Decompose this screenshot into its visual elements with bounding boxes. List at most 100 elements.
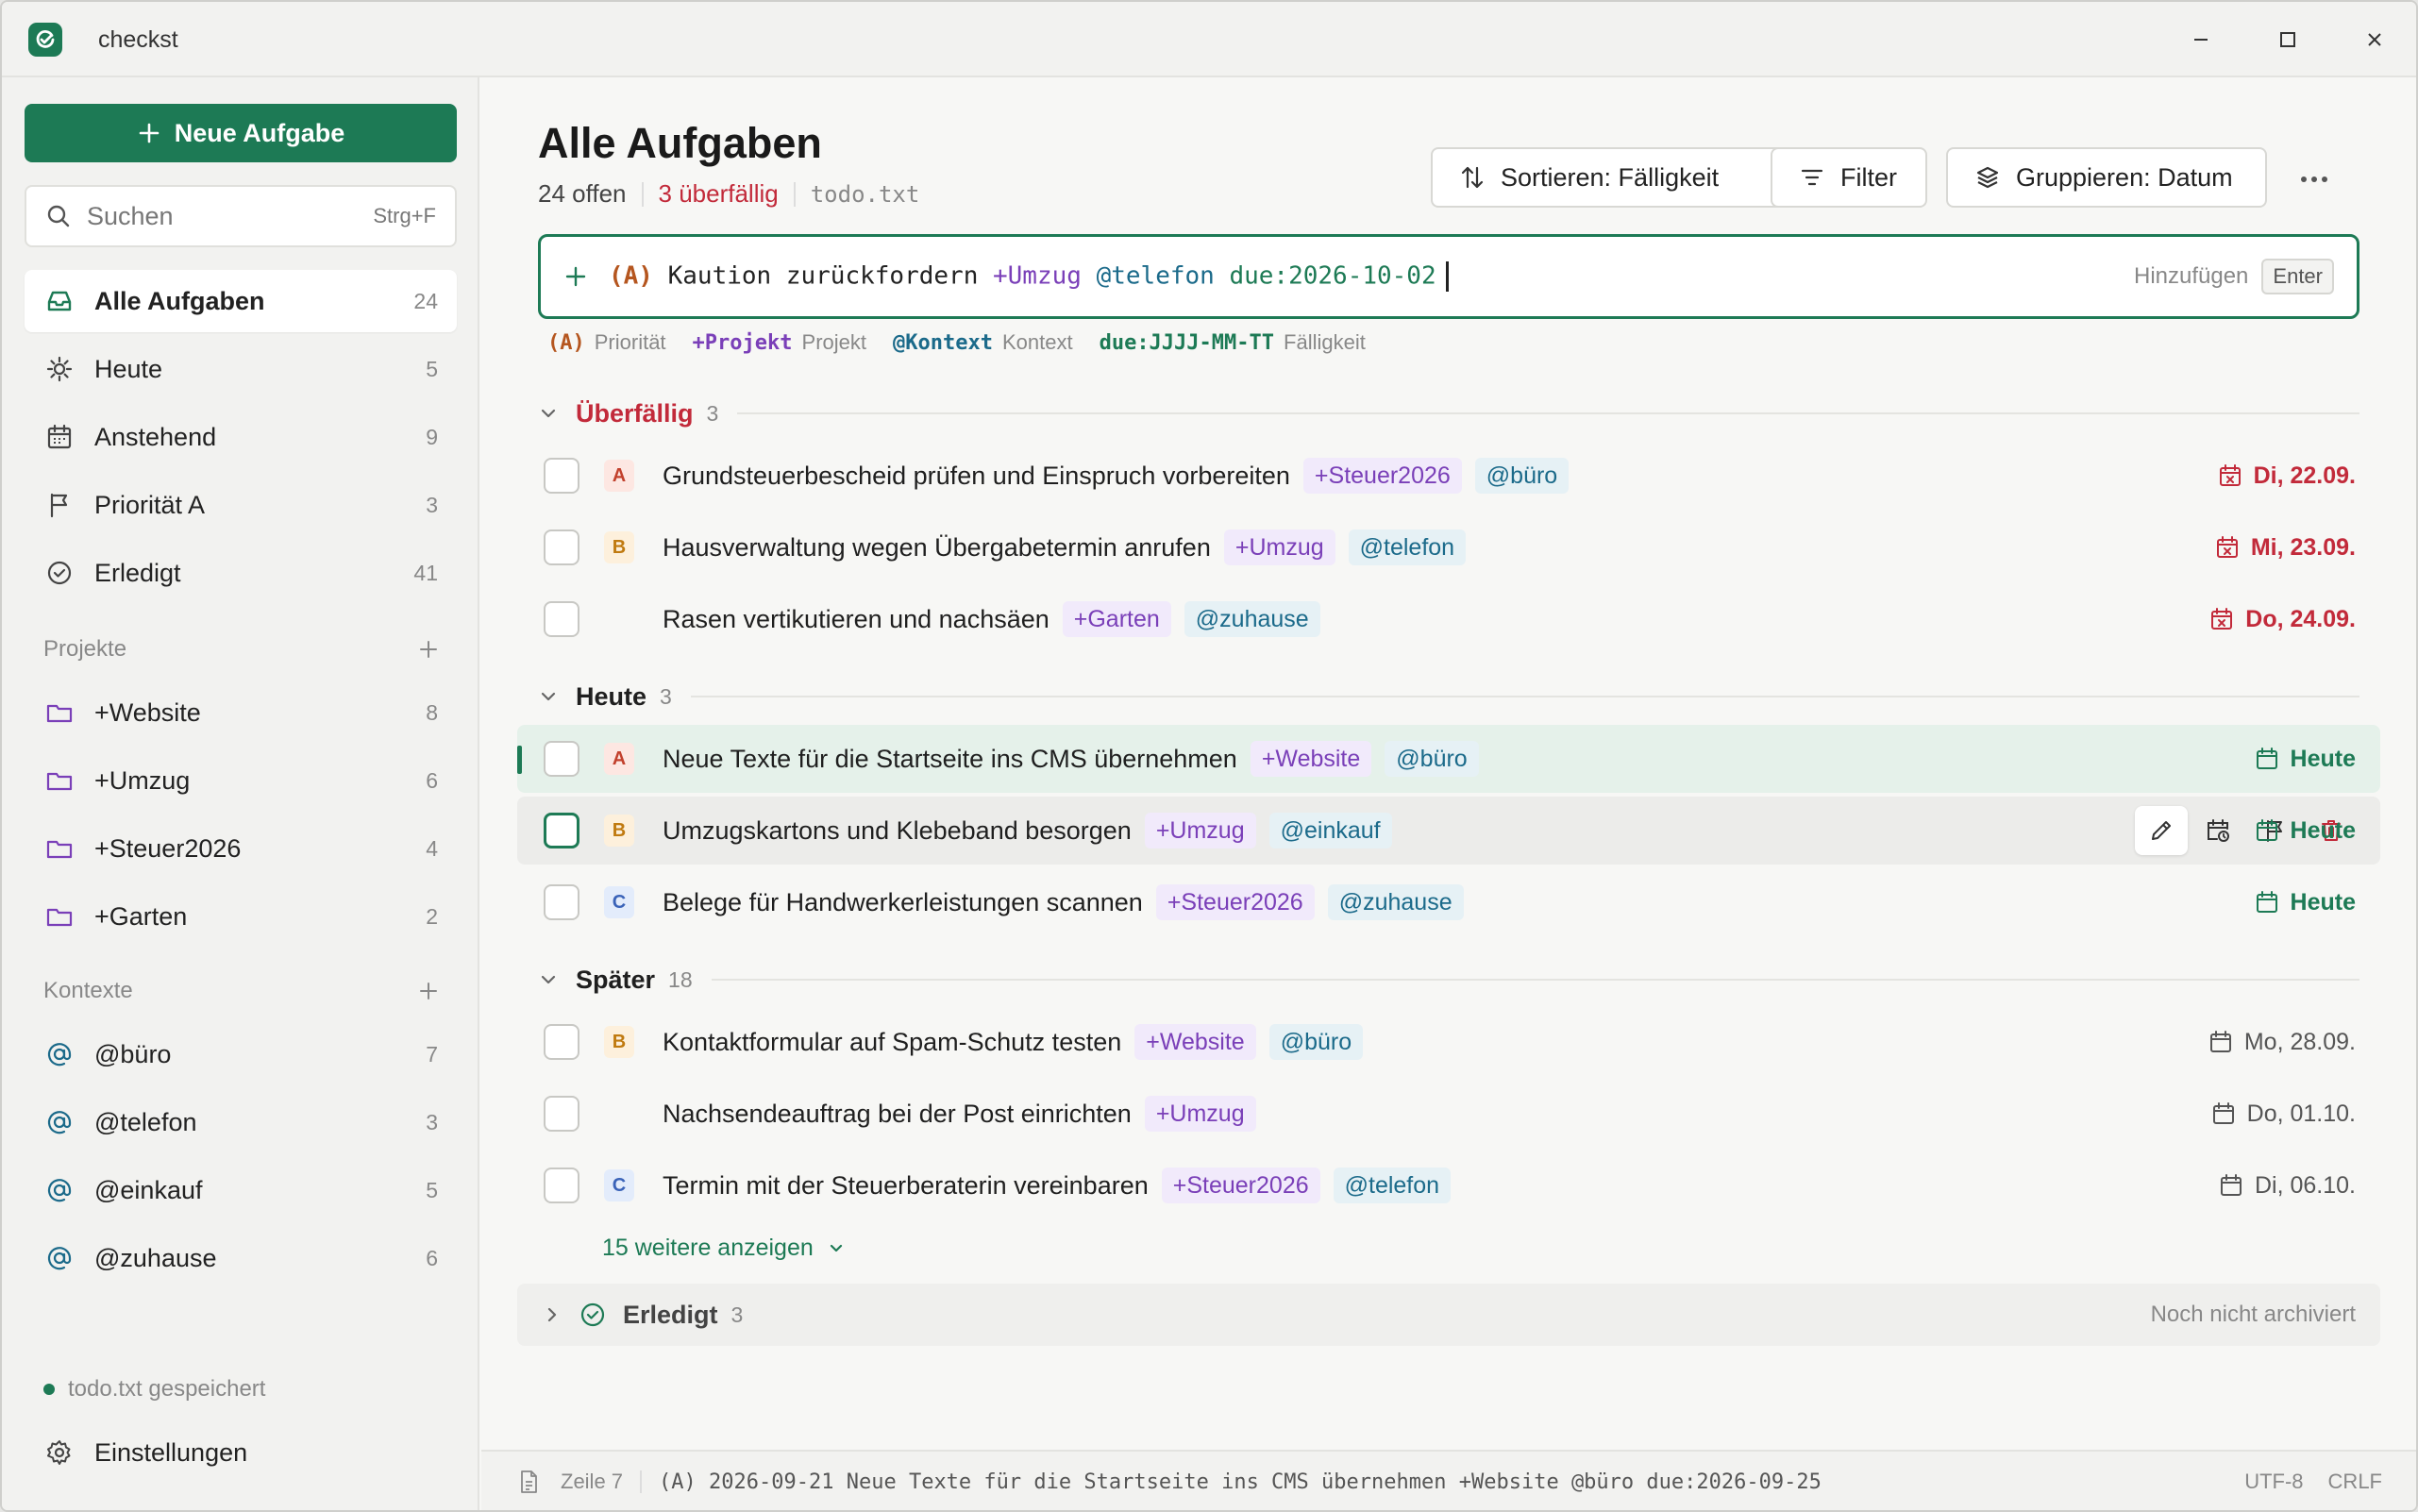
context-item-buero[interactable]: @büro 7 [25, 1023, 457, 1085]
show-more-label: 15 weitere anzeigen [602, 1235, 814, 1261]
nav-item-done[interactable]: Erledigt 41 [25, 542, 457, 604]
nav-item-priority-a[interactable]: Priorität A 3 [25, 474, 457, 536]
project-item-website[interactable]: +Website 8 [25, 681, 457, 744]
task-checkbox[interactable] [544, 741, 579, 777]
projects-heading-label: Projekte [43, 636, 127, 662]
nav-item-upcoming[interactable]: Anstehend 9 [25, 406, 457, 468]
context-item-einkauf[interactable]: @einkauf 5 [25, 1159, 457, 1221]
context-tag[interactable]: @zuhause [1327, 884, 1464, 920]
close-icon[interactable] [2356, 21, 2393, 59]
folder-icon [43, 900, 76, 932]
at-icon [43, 1038, 76, 1070]
nav-item-all-tasks[interactable]: Alle Aufgaben 24 [25, 270, 457, 332]
task-checkbox[interactable] [544, 1096, 579, 1132]
hint-token: +Projekt [692, 331, 793, 355]
encoding[interactable]: UTF-8 [2244, 1470, 2303, 1494]
task-checkbox[interactable] [544, 1024, 579, 1060]
context-tag[interactable]: @büro [1385, 741, 1479, 777]
due-date: Heute [2255, 746, 2356, 773]
context-count: 6 [426, 1245, 438, 1270]
task-row[interactable]: Nachsendeauftrag bei der Post einrichten… [517, 1080, 2380, 1148]
hint-due: due:JJJJ-MM-TT Fälligkeit [1100, 330, 1366, 355]
settings-button[interactable]: Einstellungen [25, 1421, 457, 1484]
task-row[interactable]: C Termin mit der Steuerberaterin vereinb… [517, 1151, 2380, 1219]
add-project-icon[interactable] [417, 638, 440, 661]
search-input[interactable]: Suchen Strg+F [25, 185, 457, 247]
group-count: 3 [706, 400, 719, 426]
due-label: Do, 24.09. [2245, 605, 2356, 632]
task-checkbox[interactable] [544, 601, 579, 637]
context-tag[interactable]: @einkauf [1268, 813, 1392, 848]
group-button[interactable]: Gruppieren: Datum [1946, 147, 2267, 208]
hint-project: +Projekt Projekt [693, 330, 866, 355]
check-circle-icon [43, 557, 76, 589]
task-checkbox[interactable] [544, 529, 579, 565]
task-row[interactable]: B Hausverwaltung wegen Übergabetermin an… [517, 513, 2380, 581]
more-options-icon[interactable] [2293, 159, 2335, 200]
task-text: Neue Texte für die Startseite ins CMS üb… [663, 744, 1237, 773]
group-overdue[interactable]: Überfällig 3 [538, 395, 2359, 432]
project-tag[interactable]: +Umzug [1144, 813, 1256, 848]
project-tag[interactable]: +Steuer2026 [1155, 884, 1315, 920]
gear-icon [43, 1436, 76, 1469]
maximize-icon[interactable] [2269, 21, 2307, 59]
task-row-hovered[interactable]: B Umzugskartons und Klebeband besorgen +… [517, 797, 2380, 865]
context-tag[interactable]: @telefon [1348, 529, 1467, 565]
reschedule-button[interactable] [2191, 806, 2244, 855]
nav-item-today[interactable]: Heute 5 [25, 338, 457, 400]
filter-button[interactable]: Filter [1771, 147, 1927, 208]
group-today[interactable]: Heute 3 [538, 678, 2359, 715]
project-tag[interactable]: +Website [1250, 741, 1372, 777]
group-later[interactable]: Später 18 [538, 961, 2359, 999]
task-checkbox[interactable] [544, 1168, 579, 1203]
context-item-zuhause[interactable]: @zuhause 6 [25, 1227, 457, 1289]
hint-label: Projekt [801, 330, 866, 354]
context-item-telefon[interactable]: @telefon 3 [25, 1091, 457, 1153]
task-row[interactable]: B Kontaktformular auf Spam-Schutz testen… [517, 1008, 2380, 1076]
due-date: Mi, 23.09. [2215, 534, 2356, 562]
project-item-umzug[interactable]: +Umzug 6 [25, 749, 457, 812]
group-done-collapsed[interactable]: Erledigt 3 Noch nicht archiviert [517, 1284, 2380, 1346]
task-row[interactable]: C Belege für Handwerkerleistungen scanne… [517, 868, 2380, 936]
task-row[interactable]: Rasen vertikutieren und nachsäen +Garten… [517, 585, 2380, 653]
project-item-garten[interactable]: +Garten 2 [25, 885, 457, 948]
context-tag[interactable]: @zuhause [1184, 601, 1320, 637]
project-tag[interactable]: +Steuer2026 [1302, 458, 1462, 494]
task-checkbox[interactable] [544, 884, 579, 920]
project-count: 2 [426, 903, 438, 929]
minimize-icon[interactable] [2182, 21, 2220, 59]
project-tag[interactable]: +Garten [1062, 601, 1171, 637]
task-checkbox[interactable] [544, 458, 579, 494]
due-label: Heute [2290, 816, 2356, 844]
file-name: todo.txt [810, 180, 920, 208]
task-checkbox[interactable] [544, 813, 579, 848]
add-label: Hinzufügen [2133, 263, 2249, 289]
line-ending[interactable]: CRLF [2328, 1470, 2382, 1494]
quick-add-submit[interactable]: Hinzufügen Enter [2134, 259, 2334, 294]
sort-button[interactable]: Sortieren: Fälligkeit [1431, 147, 1799, 208]
project-item-steuer2026[interactable]: +Steuer2026 4 [25, 817, 457, 880]
context-tag[interactable]: @büro [1474, 458, 1570, 494]
settings-label: Einstellungen [94, 1437, 248, 1467]
search-placeholder: Suchen [87, 201, 174, 230]
new-task-button[interactable]: Neue Aufgabe [25, 104, 457, 162]
chevron-down-icon [541, 692, 556, 701]
add-context-icon[interactable] [417, 980, 440, 1002]
project-tag[interactable]: +Umzug [1144, 1096, 1256, 1132]
at-icon [43, 1106, 76, 1138]
project-tag[interactable]: +Umzug [1223, 529, 1335, 565]
task-row-selected[interactable]: A Neue Texte für die Startseite ins CMS … [517, 725, 2380, 793]
quick-add-input[interactable]: (A) Kaution zurückfordern +Umzug @telefo… [538, 234, 2359, 319]
calendar-overdue-icon [2216, 536, 2238, 558]
due-date: Di, 06.10. [2219, 1172, 2356, 1200]
show-more-link[interactable]: 15 weitere anzeigen [602, 1235, 846, 1262]
project-tag[interactable]: +Steuer2026 [1161, 1168, 1320, 1203]
raw-line: (A) 2026-09-21 Neue Texte für die Starts… [659, 1470, 1822, 1494]
context-tag[interactable]: @telefon [1333, 1168, 1452, 1203]
edit-button[interactable] [2135, 806, 2188, 855]
context-tag[interactable]: @büro [1268, 1024, 1364, 1060]
calendar-icon [2256, 748, 2277, 769]
context-label: @büro [94, 1039, 172, 1068]
project-tag[interactable]: +Website [1134, 1024, 1256, 1060]
task-row[interactable]: A Grundsteuerbescheid prüfen und Einspru… [517, 442, 2380, 510]
